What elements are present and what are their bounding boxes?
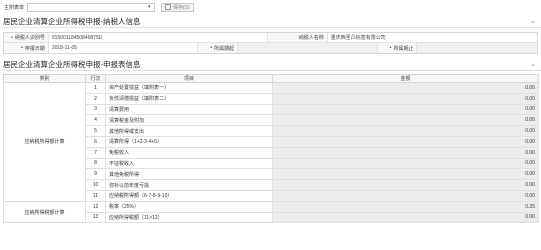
info-row: • 纳税人识别号 91500118450846875D 纳税人名称 重庆西圣凸标签… [4, 33, 537, 43]
amount-cell[interactable]: 0.00 [272, 114, 539, 127]
chevron-down-icon: ▾ [148, 3, 151, 10]
header-category: 类别 [3, 74, 86, 83]
return-info-header: 居民企业清算企业所得税申报-申报表信息 ⌄ [0, 58, 541, 71]
taxpayer-info-header: 居民企业清算企业所得税申报-纳税人信息 ⌄ [0, 15, 541, 28]
line-no: 13 [85, 211, 106, 224]
line-no: 11 [85, 189, 106, 202]
declare-date-value[interactable]: 2018-11-05 [49, 43, 199, 53]
line-no: 4 [85, 114, 106, 127]
item-label: 其他免税所得 [105, 168, 273, 181]
item-label: 应纳所得税额（11×12） [105, 211, 273, 224]
amount-cell[interactable]: 0.00 [272, 82, 539, 94]
line-no: 3 [85, 103, 106, 116]
item-label: 应纳税所得额（6-7-8-9-10） [105, 189, 273, 202]
line-no: 6 [85, 135, 106, 148]
declare-date-label: • 申报日期 [4, 43, 49, 53]
amount-cell[interactable]: 0.00 [272, 103, 539, 116]
taxpayer-name-value: 重庆西圣凸标签有限公司 [330, 35, 386, 41]
return-info-title: 居民企业清算企业所得税申报-申报表信息 [3, 59, 141, 69]
taxpayer-id-label: • 纳税人识别号 [4, 33, 49, 42]
item-label: 负债清偿损益（填附表二） [105, 92, 273, 105]
amount-cell[interactable]: 0.00 [272, 146, 539, 159]
category-taxable-income: 应纳税所得额计算 [3, 82, 86, 202]
item-label: 清算费用 [105, 103, 273, 116]
amount-cell[interactable]: 0.00 [272, 125, 539, 137]
line-no: 8 [85, 157, 106, 170]
table-header-row: 类别 行次 项目 金额 [3, 74, 539, 83]
line-no: 7 [85, 146, 106, 159]
taxpayer-id-value: 91500118450846875D [49, 33, 269, 42]
toolbar: 主附表单 ▾ 保存(S) [0, 0, 541, 14]
taxpayer-info-title: 居民企业清算企业所得税申报-纳税人信息 [3, 16, 141, 26]
save-icon [165, 4, 172, 10]
period-end-label: • 所属期止 [377, 43, 418, 53]
amount-cell[interactable]: 0.00 [272, 168, 539, 181]
item-label: 税率（25%） [105, 200, 273, 213]
save-button[interactable]: 保存(S) [161, 2, 194, 12]
amount-cell[interactable]: 0.00 [272, 92, 539, 105]
item-label: 不征税收入 [105, 157, 273, 170]
period-start-input[interactable] [238, 43, 378, 53]
line-no: 12 [85, 200, 106, 213]
amount-cell[interactable]: 0.00 [272, 157, 539, 170]
item-label: 免税收入 [105, 146, 273, 159]
header-line-no: 行次 [85, 74, 106, 83]
header-item: 项目 [105, 74, 273, 83]
collapse-icon[interactable]: ⌄ [530, 60, 536, 68]
table-row: 应纳所得税额计算 12 税率（25%） 0.25 [3, 200, 539, 224]
item-label: 资产处置损益（填附表一） [105, 82, 273, 94]
period-start-label: • 所属期起 [198, 43, 239, 53]
amount-cell[interactable]: 0.00 [272, 211, 539, 224]
save-button-label: 保存(S) [173, 4, 190, 11]
amount-cell[interactable]: 0.00 [272, 179, 539, 191]
amount-cell[interactable]: 0.00 [272, 135, 539, 148]
line-no: 1 [85, 82, 106, 94]
taxpayer-name-label: 纳税人名称 [268, 33, 328, 42]
amount-cell[interactable]: 0.25 [272, 200, 539, 213]
line-no: 5 [85, 125, 106, 137]
item-label: 其他所得或支出 [105, 125, 273, 137]
header-amount: 金额 [272, 74, 539, 83]
line-no: 10 [85, 179, 106, 191]
item-label: 清算所得（1+2-3-4+5） [105, 135, 273, 148]
table-row: 应纳税所得额计算 1 资产处置损益（填附表一） 0.00 [3, 82, 539, 202]
collapse-icon[interactable]: ⌄ [530, 17, 536, 25]
info-row: • 申报日期 2018-11-05 • 所属期起 • 所属期止 [4, 43, 537, 53]
form-select[interactable]: ▾ [27, 2, 156, 12]
amount-cell[interactable]: 0.00 [272, 189, 539, 202]
category-tax-payable: 应纳所得税额计算 [3, 200, 86, 224]
line-no: 9 [85, 168, 106, 181]
return-table: 类别 行次 项目 金额 应纳税所得额计算 1 资产处置损益（填附表一） 0.00… [3, 74, 539, 224]
form-select-label: 主附表单 [4, 4, 25, 11]
period-end-input[interactable] [417, 43, 537, 53]
taxpayer-info-grid: • 纳税人识别号 91500118450846875D 纳税人名称 重庆西圣凸标签… [3, 32, 538, 54]
item-label: 清算税金及附加 [105, 114, 273, 127]
item-label: 弥补以前年度亏损 [105, 179, 273, 191]
line-no: 2 [85, 92, 106, 105]
